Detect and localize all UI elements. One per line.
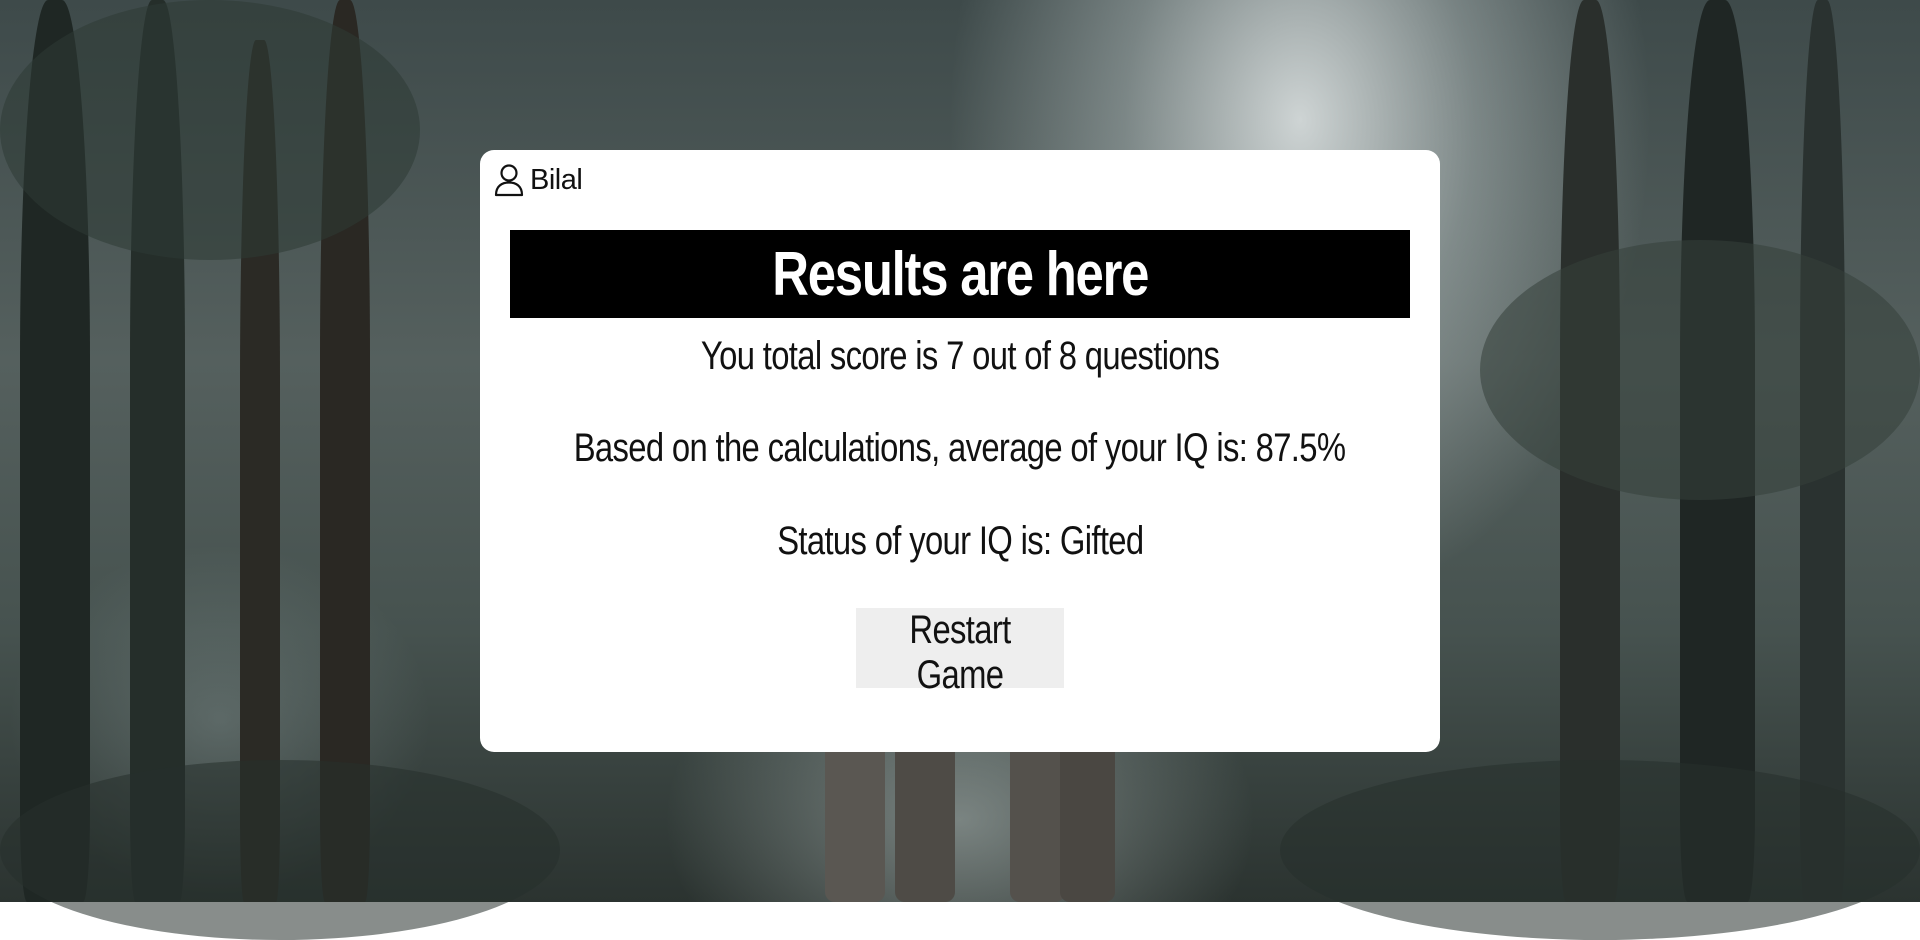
score-text: You total score is 7 out of 8 questions [480,334,1440,379]
restart-game-button[interactable]: Restart Game [856,608,1064,697]
foliage [1280,760,1920,940]
user-name: Bilal [530,163,583,196]
user-badge: Bilal [494,162,583,198]
results-title: Results are here [772,239,1149,309]
iq-average-line: Based on the calculations, average of yo… [574,426,1346,470]
foliage [0,760,560,940]
results-card: Bilal Results are here You total score i… [480,150,1440,752]
elephant-leg [1060,740,1115,902]
results-banner: Results are here [510,230,1410,318]
iq-status-line: Status of your IQ is: Gifted [776,519,1144,563]
elephant-leg [1010,740,1065,902]
elephant-leg [825,740,885,902]
iq-status-text: Status of your IQ is: Gifted [480,519,1440,564]
user-icon [494,163,524,197]
score-line: You total score is 7 out of 8 questions [700,334,1220,378]
elephant-leg [895,740,955,902]
restart-game-label: Restart Game [909,608,1011,697]
iq-average-text: Based on the calculations, average of yo… [480,426,1440,471]
foliage [0,0,420,260]
foliage [1480,240,1920,500]
